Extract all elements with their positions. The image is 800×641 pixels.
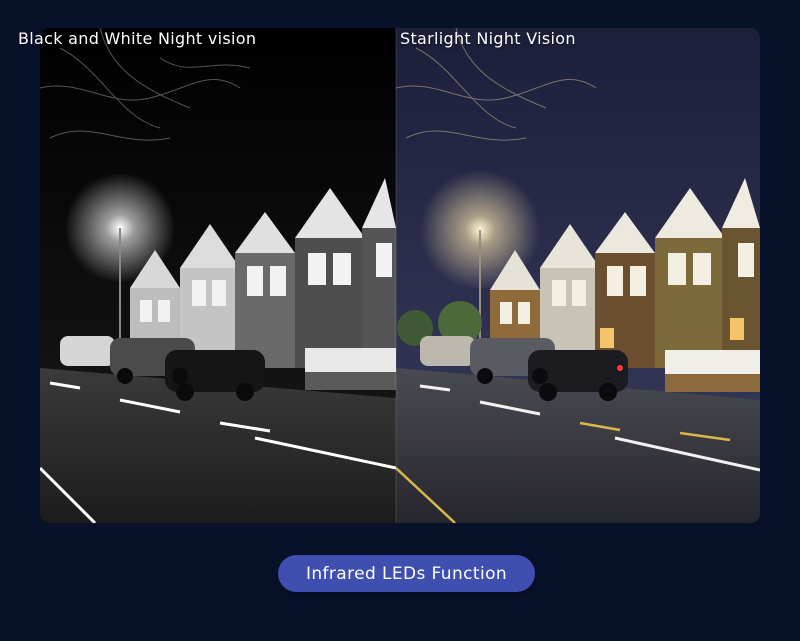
infrared-leds-function-button[interactable]: Infrared LEDs Function	[278, 555, 535, 592]
black-white-night-vision-caption: Black and White Night vision	[18, 29, 257, 48]
black-white-panel	[40, 28, 396, 523]
starlight-night-vision-caption: Starlight Night Vision	[400, 29, 576, 48]
street-scene-illustration	[40, 28, 760, 523]
starlight-panel	[396, 28, 760, 523]
night-vision-comparison-photo	[40, 28, 760, 523]
